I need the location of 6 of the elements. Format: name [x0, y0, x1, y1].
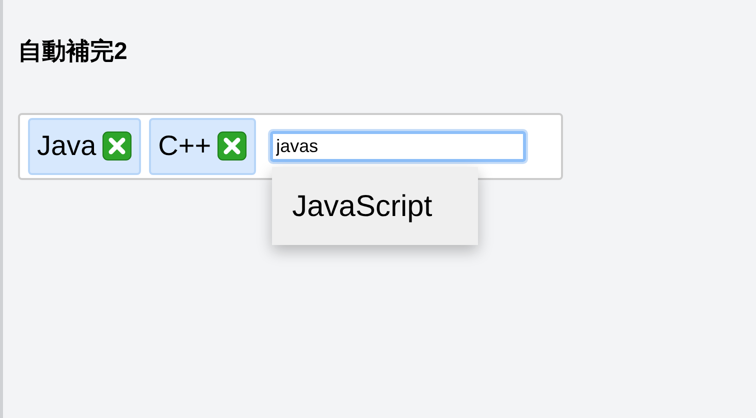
suggestion-item[interactable]: JavaScript	[272, 166, 478, 245]
close-icon[interactable]	[102, 131, 132, 162]
page-title: 自動補完2	[18, 38, 128, 67]
close-icon[interactable]	[217, 131, 248, 162]
tag-label: Java	[37, 129, 96, 164]
tag-label: C++	[158, 129, 212, 164]
